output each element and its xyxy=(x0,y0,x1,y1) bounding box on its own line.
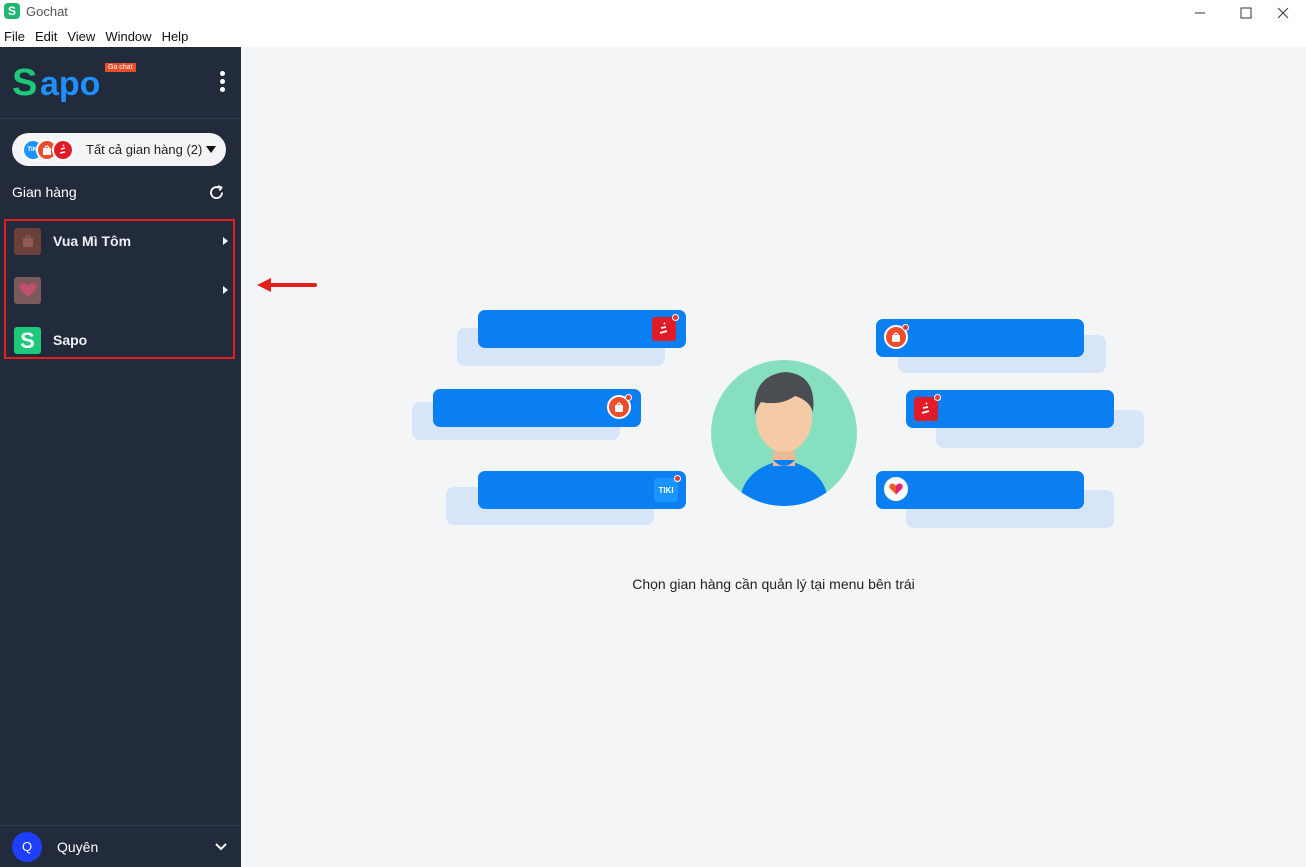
menu-help[interactable]: Help xyxy=(158,26,195,47)
window-title: Gochat xyxy=(26,4,68,19)
kebab-menu-icon[interactable] xyxy=(216,71,228,95)
close-icon xyxy=(1277,7,1289,18)
store-selector[interactable]: TIKI Tất cả gian hàng (2) xyxy=(12,133,226,166)
chevron-down-icon xyxy=(215,842,227,850)
platform-icons: TIKI xyxy=(22,138,86,161)
menu-edit[interactable]: Edit xyxy=(31,26,63,47)
chevron-right-icon xyxy=(223,286,228,294)
store-list: Vua Mì Tôm S Sapo xyxy=(4,219,235,359)
store-item-vua-mi-tom[interactable]: Vua Mì Tôm xyxy=(10,224,230,258)
store-name: Vua Mì Tôm xyxy=(53,233,132,249)
chevron-right-icon xyxy=(223,237,228,245)
store-item-lazada[interactable] xyxy=(10,273,230,307)
menu-file[interactable]: File xyxy=(0,26,31,47)
app-icon: S xyxy=(4,3,20,19)
logo-badge: Go chat xyxy=(105,63,136,72)
user-bar[interactable]: Q Quyên xyxy=(0,825,241,867)
shopee-store-icon xyxy=(14,227,41,255)
title-bar: S Gochat xyxy=(0,0,1306,25)
main-panel xyxy=(241,47,1306,867)
minimize-icon xyxy=(1195,12,1205,13)
sendo-icon xyxy=(52,138,74,161)
refresh-icon[interactable] xyxy=(208,184,225,201)
store-selector-label: Tất cả gian hàng (2) xyxy=(86,142,203,157)
lazada-store-icon xyxy=(14,276,41,304)
minimize-button[interactable] xyxy=(1177,0,1223,25)
user-name: Quyên xyxy=(57,838,99,855)
sidebar: S apo Go chat TIKI Tất cả gian hàng (2) … xyxy=(0,47,241,867)
logo-text: apo xyxy=(40,65,101,103)
section-title: Gian hàng xyxy=(12,184,77,200)
menu-window[interactable]: Window xyxy=(101,26,157,47)
store-item-sapo[interactable]: S Sapo xyxy=(10,323,230,357)
menu-view[interactable]: View xyxy=(63,26,101,47)
caret-down-icon xyxy=(206,146,216,153)
divider xyxy=(0,118,241,119)
empty-state-caption: Chọn gian hàng cần quản lý tại menu bên … xyxy=(632,576,915,592)
close-button[interactable] xyxy=(1260,0,1306,25)
maximize-icon xyxy=(1240,7,1252,18)
sapo-store-icon: S xyxy=(14,326,41,354)
store-name: Sapo xyxy=(53,332,88,348)
menu-bar: File Edit View Window Help xyxy=(0,26,1306,47)
user-avatar: Q xyxy=(12,831,42,862)
red-arrow-icon xyxy=(257,278,317,292)
logo-s: S xyxy=(12,62,38,104)
